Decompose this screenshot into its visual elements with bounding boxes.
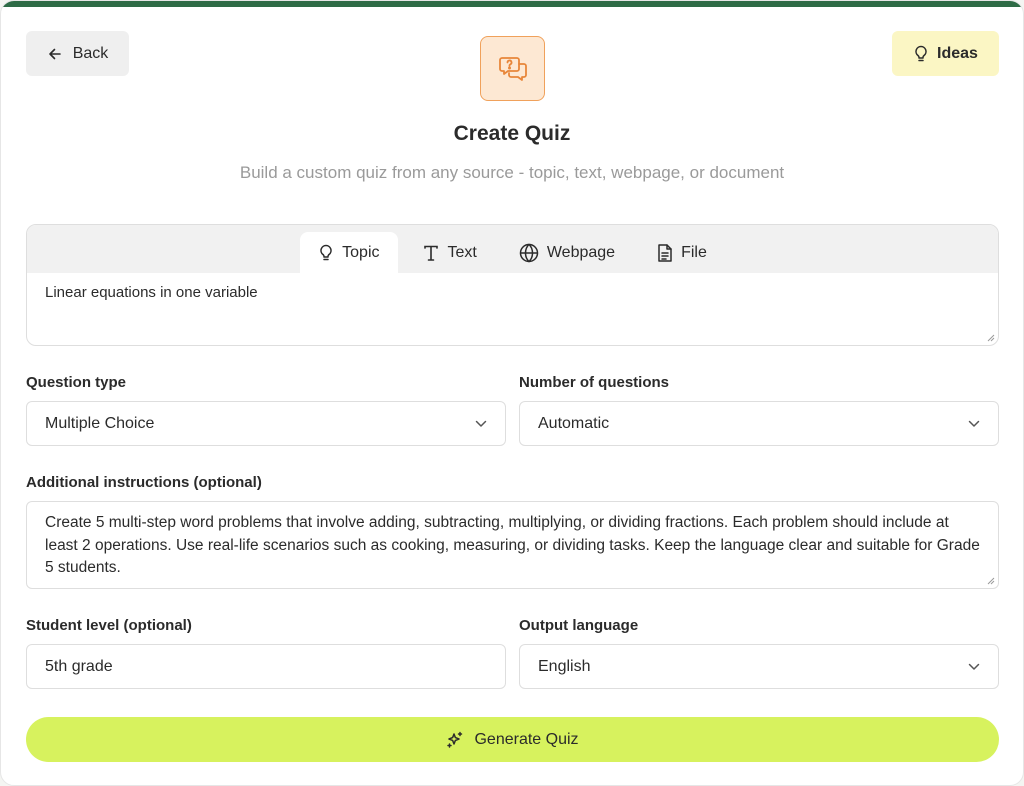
source-input-card: Topic Text Webpage File Linear equations… bbox=[26, 224, 999, 346]
page-title: Create Quiz bbox=[453, 122, 571, 145]
question-chat-icon bbox=[497, 53, 529, 85]
resize-handle-icon[interactable] bbox=[987, 577, 995, 585]
question-type-label: Question type bbox=[26, 374, 127, 391]
text-icon bbox=[422, 244, 440, 262]
output-language-label: Output language bbox=[519, 617, 639, 634]
question-type-select[interactable]: Multiple Choice bbox=[26, 401, 506, 446]
tab-label: File bbox=[681, 243, 707, 261]
student-level-label: Student level (optional) bbox=[26, 617, 192, 634]
num-questions-label: Number of questions bbox=[519, 374, 670, 391]
tab-topic[interactable]: Topic bbox=[300, 232, 398, 273]
output-language-select[interactable]: English bbox=[519, 644, 999, 689]
top-accent-bar bbox=[1, 1, 1023, 7]
ideas-button[interactable]: Ideas bbox=[892, 31, 999, 76]
quiz-creator-panel: Back Ideas Create Quiz Build a custom qu… bbox=[0, 0, 1024, 786]
back-label: Back bbox=[72, 44, 109, 62]
resize-handle-icon[interactable] bbox=[987, 334, 995, 342]
chevron-down-icon bbox=[968, 420, 980, 428]
num-questions-value: Automatic bbox=[538, 414, 610, 432]
num-questions-select[interactable]: Automatic bbox=[519, 401, 999, 446]
tab-file[interactable]: File bbox=[639, 232, 725, 273]
tab-label: Text bbox=[447, 243, 477, 261]
instructions-textarea[interactable]: Create 5 multi-step word problems that i… bbox=[26, 501, 999, 589]
tab-text[interactable]: Text bbox=[404, 232, 495, 273]
ideas-label: Ideas bbox=[937, 44, 978, 62]
generate-label: Generate Quiz bbox=[474, 730, 579, 748]
document-icon bbox=[657, 243, 673, 263]
student-level-input[interactable]: 5th grade bbox=[26, 644, 506, 689]
tab-label: Topic bbox=[342, 243, 380, 261]
output-language-value: English bbox=[538, 657, 591, 675]
instructions-value: Create 5 multi-step word problems that i… bbox=[45, 514, 980, 576]
quiz-logo bbox=[480, 36, 545, 101]
question-type-value: Multiple Choice bbox=[45, 414, 155, 432]
chevron-down-icon bbox=[475, 420, 487, 428]
tab-label: Webpage bbox=[546, 243, 616, 261]
student-level-value: 5th grade bbox=[45, 657, 113, 675]
chevron-down-icon bbox=[968, 663, 980, 671]
lightbulb-icon bbox=[913, 45, 929, 63]
instructions-label: Additional instructions (optional) bbox=[26, 474, 262, 491]
sparkle-icon bbox=[446, 731, 464, 749]
lightbulb-icon bbox=[318, 244, 334, 262]
topic-input[interactable]: Linear equations in one variable bbox=[27, 273, 998, 312]
page-subtitle: Build a custom quiz from any source - to… bbox=[239, 163, 785, 182]
globe-icon bbox=[519, 242, 539, 263]
generate-quiz-button[interactable]: Generate Quiz bbox=[26, 717, 999, 762]
tab-webpage[interactable]: Webpage bbox=[501, 232, 633, 273]
arrow-left-icon bbox=[47, 46, 63, 62]
back-button[interactable]: Back bbox=[26, 31, 129, 76]
source-tabs: Topic Text Webpage File bbox=[27, 225, 998, 273]
